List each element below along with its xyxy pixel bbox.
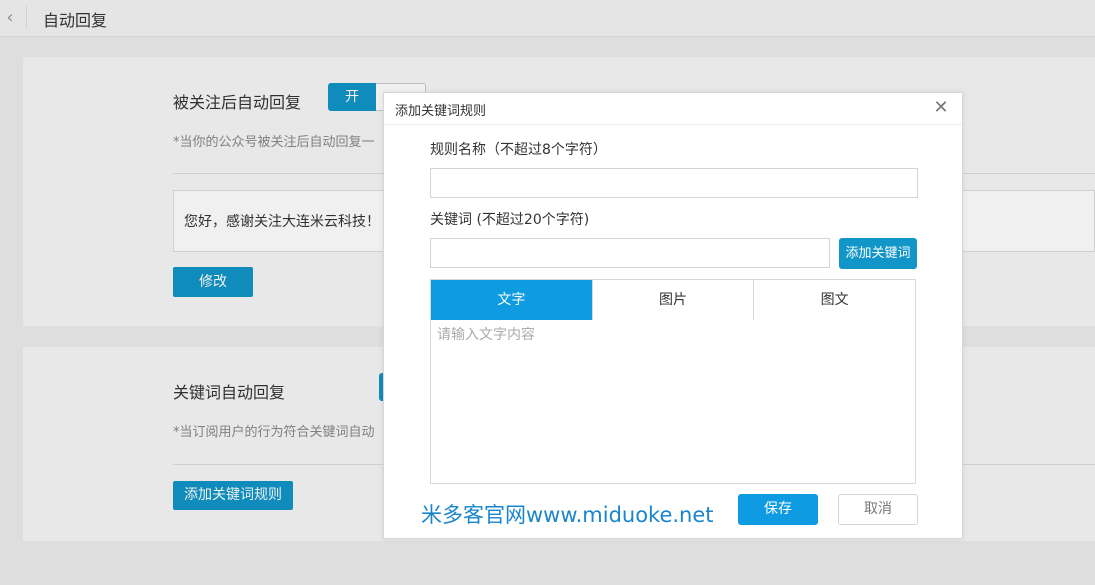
modal-title: 添加关键词规则 [395, 104, 487, 119]
close-icon[interactable]: ✕ [932, 97, 950, 119]
content-textarea[interactable] [430, 320, 916, 484]
tab-image-text[interactable]: 图文 [753, 280, 916, 320]
add-keyword-rule-modal: 添加关键词规则 ✕ 规则名称（不超过8个字符） 关键词 (不超过20个字符) 添… [383, 92, 963, 539]
keyword-label: 关键词 (不超过20个字符) [430, 212, 590, 228]
watermark-text: 米多客官网www.miduoke.net [421, 503, 714, 527]
add-keyword-button[interactable]: 添加关键词 [839, 238, 917, 269]
cancel-button[interactable]: 取消 [838, 494, 918, 525]
rule-name-input[interactable] [430, 168, 918, 198]
tab-image[interactable]: 图片 [591, 280, 754, 320]
content-type-tabs: 文字 图片 图文 [430, 279, 916, 321]
tab-text[interactable]: 文字 [431, 280, 592, 320]
keyword-input[interactable] [430, 238, 830, 268]
save-button[interactable]: 保存 [738, 494, 818, 525]
modal-header: 添加关键词规则 ✕ [384, 93, 962, 125]
rule-name-label: 规则名称（不超过8个字符） [430, 142, 607, 158]
